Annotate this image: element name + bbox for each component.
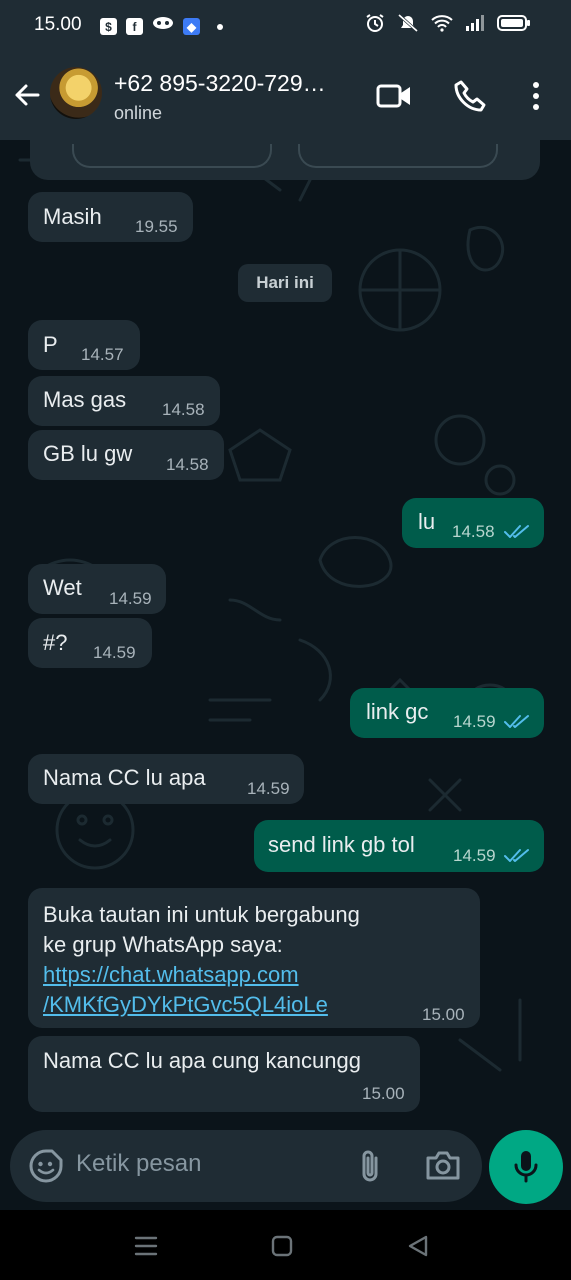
more-vertical-icon xyxy=(533,82,539,110)
attach-button[interactable] xyxy=(352,1146,388,1186)
voice-message-button[interactable] xyxy=(489,1130,563,1204)
double-check-read-icon xyxy=(504,525,529,538)
message-incoming[interactable]: P 14.57 xyxy=(28,320,140,370)
message-text: lu xyxy=(418,509,436,534)
message-text: link gc xyxy=(366,699,429,724)
message-outgoing[interactable]: link gc 14.59 xyxy=(350,688,544,738)
arrow-left-icon xyxy=(15,84,40,106)
previous-message-card xyxy=(30,140,540,180)
message-time: 14.58 xyxy=(166,455,209,474)
message-text: Masih xyxy=(43,204,102,229)
message-text: Mas gas xyxy=(43,387,127,412)
message-incoming[interactable]: Wet 14.59 xyxy=(28,564,166,614)
back-button[interactable] xyxy=(10,78,44,112)
status-right-icons xyxy=(365,13,531,33)
contact-name[interactable]: +62 895-3220-729… xyxy=(114,70,326,97)
invite-link[interactable]: https://chat.whatsapp.com xyxy=(43,962,299,988)
message-incoming[interactable]: #? 14.59 xyxy=(28,618,152,668)
message-incoming[interactable]: Mas gas 14.58 xyxy=(28,376,220,426)
message-incoming[interactable]: Masih 19.55 xyxy=(28,192,193,242)
message-time: 14.59 xyxy=(93,643,136,662)
message-time: 14.59 xyxy=(247,779,290,798)
chat-header: +62 895-3220-729… online xyxy=(0,50,571,140)
composer-pill: Ketik pesan xyxy=(10,1130,482,1202)
back-nav-button[interactable] xyxy=(404,1232,432,1260)
message-outgoing[interactable]: send link gb tol 14.59 xyxy=(254,820,544,872)
message-text: send link gb tol xyxy=(268,832,415,857)
card-button-outline xyxy=(72,144,272,168)
message-time: 14.58 xyxy=(162,400,205,419)
message-text: P xyxy=(43,332,58,357)
triangle-back-icon xyxy=(408,1235,428,1257)
app-icon: ◆ xyxy=(183,18,200,35)
microphone-icon xyxy=(514,1151,538,1183)
message-text-line: ke grup WhatsApp saya: xyxy=(43,932,283,957)
chat-area[interactable]: Masih 19.55 Hari ini P 14.57 Mas gas 14.… xyxy=(0,140,571,1120)
message-text: Nama CC lu apa xyxy=(43,765,206,790)
message-text: GB lu gw xyxy=(43,441,133,466)
shopping-bag-icon: $ xyxy=(100,18,117,35)
composer-bar: Ketik pesan xyxy=(0,1120,571,1210)
video-camera-icon xyxy=(376,84,410,108)
status-left-icons: $ f ◆ xyxy=(100,15,223,38)
message-incoming[interactable]: GB lu gw 14.58 xyxy=(28,430,224,480)
phone-icon xyxy=(454,80,486,112)
message-time: 14.59 xyxy=(109,589,152,608)
invite-link[interactable]: /KMKfGyDYkPtGvc5QL4ioLe xyxy=(43,992,328,1018)
emoji-button[interactable] xyxy=(28,1148,64,1184)
alarm-icon xyxy=(365,13,385,33)
notification-dot-icon xyxy=(217,23,223,30)
status-bar: 15.00 $ f ◆ xyxy=(0,0,571,50)
message-incoming[interactable]: Nama CC lu apa cung kancungg 15.00 xyxy=(28,1036,420,1112)
message-incoming[interactable]: Nama CC lu apa 14.59 xyxy=(28,754,304,804)
message-text: Wet xyxy=(43,575,82,600)
home-button[interactable] xyxy=(268,1232,296,1260)
double-check-read-icon xyxy=(504,849,529,862)
date-chip: Hari ini xyxy=(238,264,332,302)
mute-icon xyxy=(397,13,419,33)
voice-call-button[interactable] xyxy=(450,76,490,116)
avatar[interactable] xyxy=(50,67,102,119)
video-call-button[interactable] xyxy=(374,76,414,116)
recent-apps-button[interactable] xyxy=(132,1232,160,1260)
more-options-button[interactable] xyxy=(516,76,556,116)
double-check-read-icon xyxy=(504,715,529,728)
camera-button[interactable] xyxy=(424,1148,462,1184)
message-time: 14.59 xyxy=(453,712,496,731)
message-text-line: Buka tautan ini untuk bergabung xyxy=(43,902,360,927)
message-text: Nama CC lu apa cung kancungg xyxy=(43,1048,361,1073)
card-button-outline xyxy=(298,144,498,168)
message-time: 14.57 xyxy=(81,345,124,364)
battery-icon xyxy=(497,14,531,32)
message-incoming-invite[interactable]: Buka tautan ini untuk bergabung ke grup … xyxy=(28,888,480,1028)
message-time: 14.58 xyxy=(452,522,495,541)
camera-icon xyxy=(426,1151,460,1180)
message-time: 15.00 xyxy=(422,1005,465,1024)
system-nav-bar xyxy=(0,1210,571,1280)
message-input[interactable]: Ketik pesan xyxy=(76,1150,201,1178)
message-outgoing[interactable]: lu 14.58 xyxy=(402,498,544,548)
square-home-icon xyxy=(271,1235,293,1257)
contact-status: online xyxy=(114,103,163,123)
game-app-icon xyxy=(152,15,174,38)
message-time: 15.00 xyxy=(362,1084,405,1103)
signal-icon xyxy=(465,14,485,32)
paperclip-icon xyxy=(362,1150,378,1182)
message-text: #? xyxy=(43,630,68,655)
menu-lines-icon xyxy=(134,1236,158,1256)
message-time: 14.59 xyxy=(453,846,496,865)
facebook-icon: f xyxy=(126,18,143,35)
status-time: 15.00 xyxy=(34,14,82,35)
wifi-icon xyxy=(431,14,453,32)
message-time: 19.55 xyxy=(135,217,178,236)
emoji-sticker-icon xyxy=(29,1149,63,1183)
